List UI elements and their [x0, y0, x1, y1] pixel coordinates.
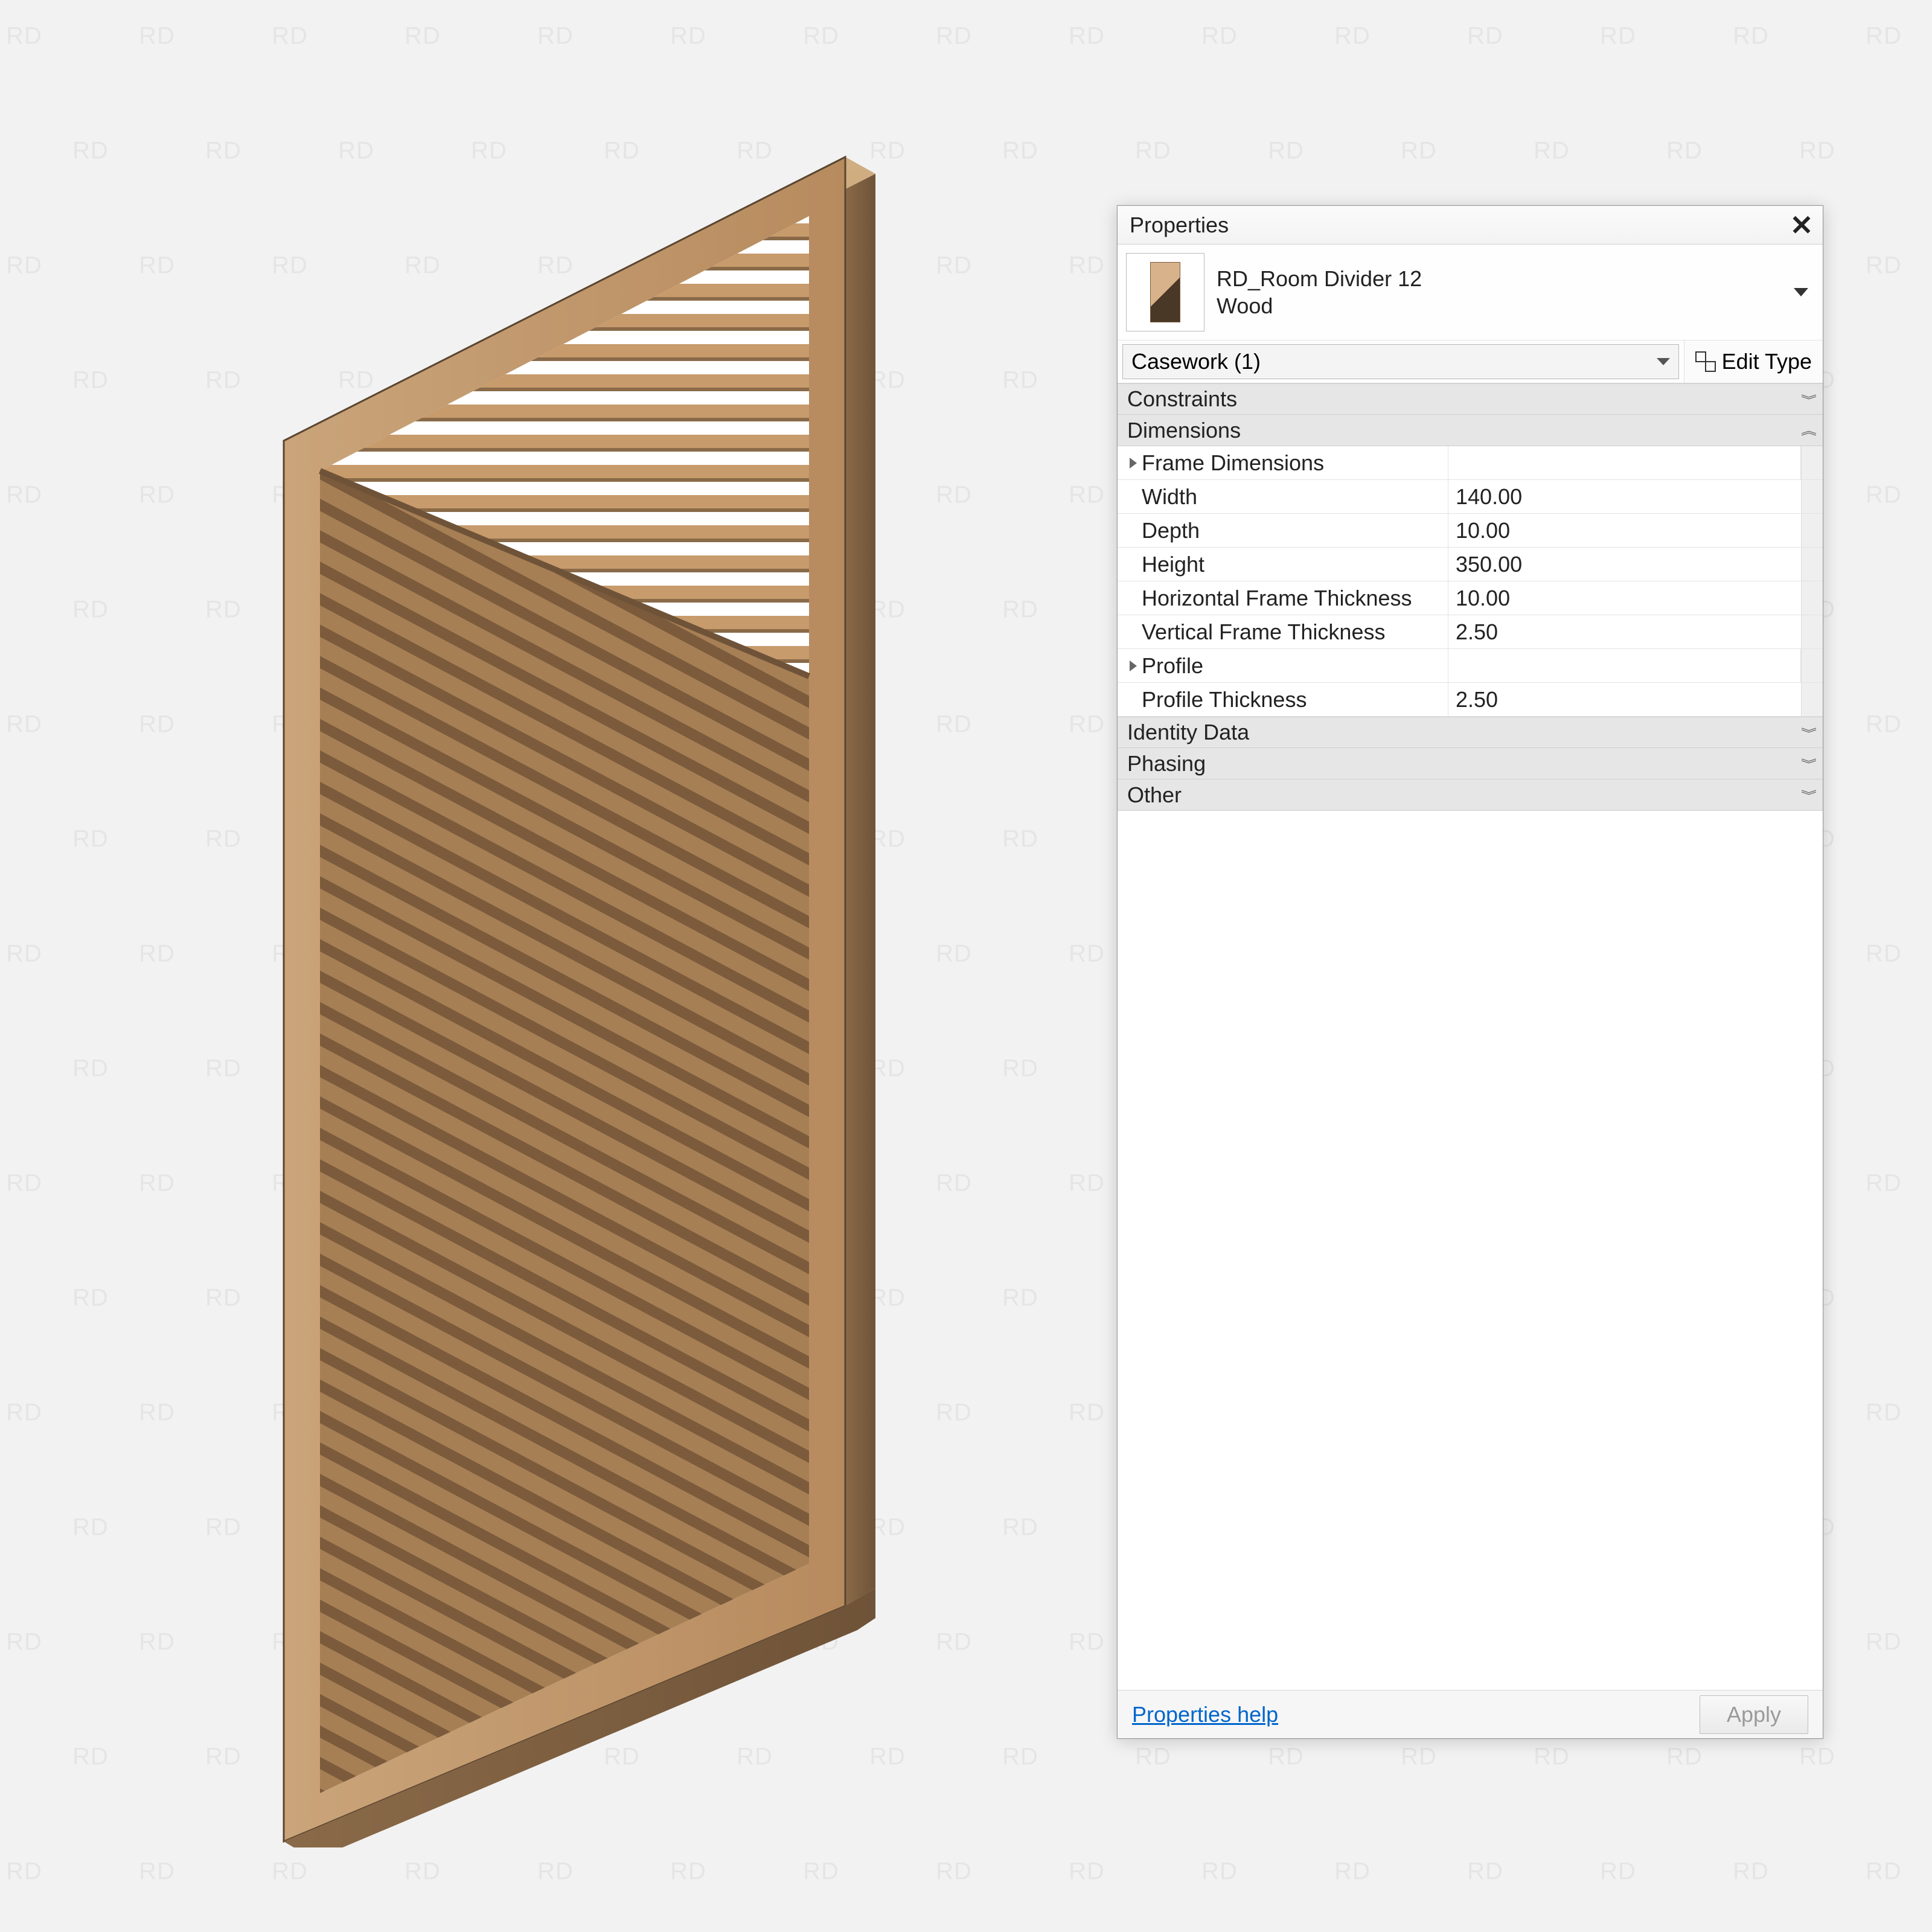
value-width[interactable]: 140.00 — [1448, 480, 1801, 513]
group-phasing[interactable]: Phasing ︾ — [1118, 748, 1823, 779]
category-dropdown[interactable]: Casework (1) — [1122, 344, 1679, 379]
row-profile-thickness: Profile Thickness 2.50 — [1118, 683, 1823, 717]
label-vft: Vertical Frame Thickness — [1118, 615, 1448, 648]
family-type-selector[interactable]: RD_Room Divider 12 Wood — [1118, 245, 1823, 341]
category-row: Casework (1) Edit Type — [1118, 341, 1823, 383]
room-divider-3d — [169, 72, 924, 1847]
expand-icon: ︽ — [1801, 423, 1813, 438]
collapse-icon: ︾ — [1801, 756, 1813, 772]
properties-panel: Properties ✕ RD_Room Divider 12 Wood Cas… — [1117, 205, 1823, 1739]
value-height[interactable]: 350.00 — [1448, 548, 1801, 581]
row-vertical-frame-thickness: Vertical Frame Thickness 2.50 — [1118, 615, 1823, 649]
family-type-text: RD_Room Divider 12 Wood — [1217, 265, 1782, 319]
label-profile-thickness: Profile Thickness — [1118, 683, 1448, 716]
value-depth[interactable]: 10.00 — [1448, 514, 1801, 547]
value-vft[interactable]: 2.50 — [1448, 615, 1801, 648]
value-profile-thickness[interactable]: 2.50 — [1448, 683, 1801, 716]
properties-body: Constraints ︾ Dimensions ︽ Frame Dimensi… — [1118, 383, 1823, 1690]
edit-type-button[interactable]: Edit Type — [1684, 341, 1823, 383]
expand-triangle-icon — [1130, 661, 1137, 671]
family-type: Wood — [1217, 292, 1782, 319]
apply-button[interactable]: Apply — [1700, 1695, 1808, 1734]
edit-type-icon — [1695, 351, 1716, 372]
group-constraints[interactable]: Constraints ︾ — [1118, 383, 1823, 415]
collapse-icon: ︾ — [1801, 787, 1813, 803]
family-name: RD_Room Divider 12 — [1217, 265, 1782, 292]
group-dimensions[interactable]: Dimensions ︽ — [1118, 415, 1823, 446]
group-other[interactable]: Other ︾ — [1118, 779, 1823, 811]
family-thumbnail — [1126, 253, 1204, 331]
panel-title: Properties — [1130, 213, 1229, 238]
row-width: Width 140.00 — [1118, 480, 1823, 514]
row-height: Height 350.00 — [1118, 548, 1823, 581]
collapse-icon: ︾ — [1801, 724, 1813, 740]
panel-footer: Properties help Apply — [1118, 1690, 1823, 1738]
collapse-icon: ︾ — [1801, 391, 1813, 407]
row-depth: Depth 10.00 — [1118, 514, 1823, 548]
expand-triangle-icon — [1130, 458, 1137, 469]
category-label: Casework (1) — [1131, 349, 1261, 374]
row-profile[interactable]: Profile — [1118, 649, 1823, 683]
row-horizontal-frame-thickness: Horizontal Frame Thickness 10.00 — [1118, 581, 1823, 615]
panel-header: Properties ✕ — [1118, 206, 1823, 245]
label-height: Height — [1118, 548, 1448, 581]
label-hft: Horizontal Frame Thickness — [1118, 581, 1448, 615]
model-viewport[interactable] — [169, 72, 924, 1847]
close-icon: ✕ — [1790, 209, 1814, 242]
properties-help-link[interactable]: Properties help — [1132, 1702, 1278, 1727]
edit-type-label: Edit Type — [1722, 349, 1812, 374]
label-depth: Depth — [1118, 514, 1448, 547]
value-hft[interactable]: 10.00 — [1448, 581, 1801, 615]
group-identity-data[interactable]: Identity Data ︾ — [1118, 717, 1823, 748]
chevron-down-icon — [1657, 358, 1670, 365]
close-button[interactable]: ✕ — [1786, 210, 1817, 240]
chevron-down-icon — [1794, 288, 1808, 296]
label-width: Width — [1118, 480, 1448, 513]
row-frame-dimensions[interactable]: Frame Dimensions — [1118, 446, 1823, 480]
